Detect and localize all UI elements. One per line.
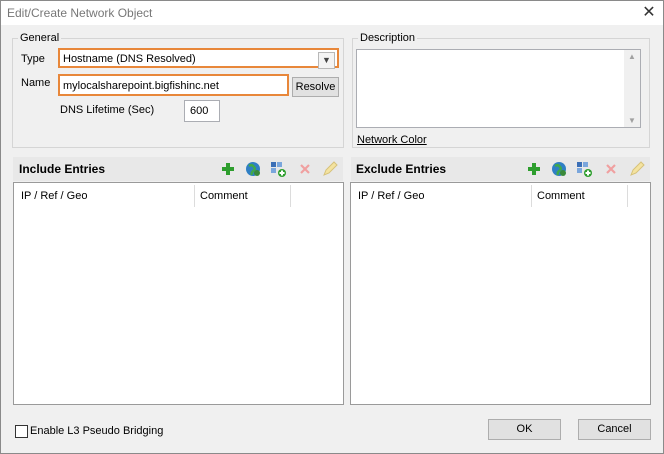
name-input[interactable]: mylocalsharepoint.bigfishinc.net	[58, 74, 289, 96]
exclude-title: Exclude Entries	[356, 162, 447, 176]
edit-icon[interactable]	[628, 160, 646, 178]
include-col-comment[interactable]: Comment	[200, 190, 248, 202]
include-col-ip[interactable]: IP / Ref / Geo	[21, 190, 87, 202]
scroll-up-icon[interactable]: ▲	[624, 52, 640, 61]
edit-icon[interactable]	[321, 160, 339, 178]
name-label: Name	[21, 77, 51, 89]
chevron-down-icon[interactable]: ▼	[318, 52, 335, 69]
dns-lifetime-value: 600	[190, 105, 209, 117]
general-legend: General	[20, 32, 60, 44]
add-icon[interactable]	[219, 160, 237, 178]
close-icon[interactable]: ✕	[639, 3, 659, 23]
bridging-checkbox[interactable]	[15, 425, 28, 438]
exclude-col-separator	[531, 185, 532, 207]
resolve-button[interactable]: Resolve	[292, 77, 339, 97]
exclude-col-separator-2	[627, 185, 628, 207]
description-scrollbar[interactable]: ▲ ▼	[624, 50, 640, 127]
scroll-down-icon[interactable]: ▼	[624, 116, 640, 125]
exclude-toolbar: Exclude Entries	[351, 157, 650, 181]
type-select[interactable]: Hostname (DNS Resolved) ▼	[58, 48, 339, 69]
type-select-value: Hostname (DNS Resolved)	[63, 53, 196, 65]
add-icon[interactable]	[525, 160, 543, 178]
globe-icon[interactable]	[244, 160, 262, 178]
add-reference-icon[interactable]	[575, 160, 593, 178]
delete-icon[interactable]	[296, 160, 314, 178]
dns-lifetime-label: DNS Lifetime (Sec)	[60, 104, 155, 116]
exclude-list[interactable]: IP / Ref / Geo Comment	[350, 182, 651, 405]
network-color-link[interactable]: Network Color	[357, 134, 427, 146]
include-list[interactable]: IP / Ref / Geo Comment	[13, 182, 344, 405]
bridging-label[interactable]: Enable L3 Pseudo Bridging	[30, 425, 163, 437]
window-title: Edit/Create Network Object	[7, 6, 153, 20]
type-label: Type	[21, 53, 45, 65]
include-col-separator-2	[290, 185, 291, 207]
include-toolbar: Include Entries	[13, 157, 343, 181]
include-col-separator	[194, 185, 195, 207]
include-title: Include Entries	[19, 162, 106, 176]
cancel-button[interactable]: Cancel	[578, 419, 651, 440]
delete-icon[interactable]	[602, 160, 620, 178]
ok-button[interactable]: OK	[488, 419, 561, 440]
description-legend: Description	[360, 32, 416, 44]
add-reference-icon[interactable]	[269, 160, 287, 178]
globe-icon[interactable]	[550, 160, 568, 178]
exclude-col-comment[interactable]: Comment	[537, 190, 585, 202]
name-input-value: mylocalsharepoint.bigfishinc.net	[63, 80, 219, 92]
title-bar: Edit/Create Network Object ✕	[1, 1, 663, 25]
dns-lifetime-input[interactable]: 600	[184, 100, 220, 122]
exclude-col-ip[interactable]: IP / Ref / Geo	[358, 190, 424, 202]
description-textarea[interactable]: ▲ ▼	[356, 49, 641, 128]
